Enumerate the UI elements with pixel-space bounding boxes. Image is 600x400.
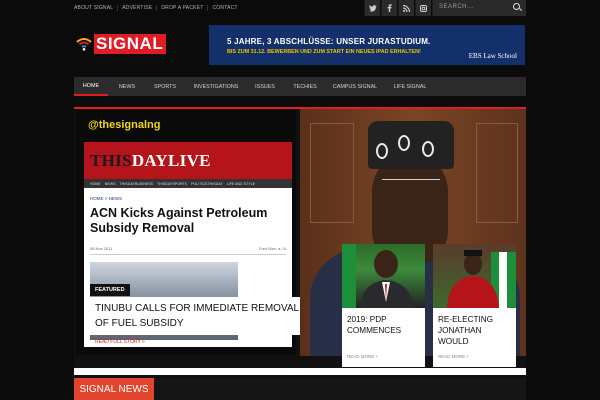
person-cap bbox=[368, 121, 454, 169]
lead-story-title[interactable]: TINUBU CALLS FOR IMMEDIATE REMOVAL OF FU… bbox=[95, 301, 301, 331]
newspaper-nav-item: LIFE AND STYLE bbox=[226, 181, 256, 186]
nav-item-home[interactable]: HOME bbox=[74, 77, 108, 96]
story-card-jonathan[interactable]: RE-ELECTING JONATHAN WOULD READ MORE + bbox=[433, 244, 516, 367]
nav-item-techies[interactable]: TECHIES bbox=[286, 77, 324, 96]
nav-item-campus-signal[interactable]: CAMPUS SIGNAL bbox=[326, 77, 384, 96]
newspaper-nav-item: THISDAYBUSINESS bbox=[119, 181, 154, 186]
banner-ad[interactable]: 5 JAHRE, 3 ABSCHLÜSSE: UNSER JURASTUDIUM… bbox=[209, 25, 525, 65]
instagram-icon[interactable] bbox=[415, 0, 431, 16]
story-card-photo bbox=[433, 244, 516, 308]
newspaper-nav-item: THISDAYSPORTS bbox=[157, 181, 188, 186]
facebook-icon[interactable] bbox=[381, 0, 397, 16]
hero-bottom-bar bbox=[74, 368, 526, 375]
newspaper-title: THISDAYLIVE bbox=[90, 151, 211, 171]
search-input[interactable]: SEARCH... bbox=[432, 0, 526, 16]
top-link-contact[interactable]: CONTACT bbox=[208, 5, 241, 11]
newspaper-nav: HOME NEWS THISDAYBUSINESS THISDAYSPORTS … bbox=[84, 179, 292, 188]
story-card-pdp[interactable]: 2019: PDP COMMENCES READ MORE + bbox=[342, 244, 425, 367]
section-header-bar bbox=[154, 378, 526, 400]
newspaper-title-right: DAYLIVE bbox=[131, 151, 211, 170]
read-more-link[interactable]: READ MORE + bbox=[347, 354, 378, 359]
read-more-link[interactable]: READ MORE + bbox=[438, 354, 469, 359]
signal-icon bbox=[76, 37, 92, 51]
read-full-story-link[interactable]: READ FULL STORY » bbox=[95, 339, 145, 345]
cap-pattern bbox=[422, 141, 434, 157]
top-links: ABOUT SIGNAL ADVERTISE DROP A PACKET CON… bbox=[70, 0, 242, 16]
cap-pattern bbox=[376, 143, 388, 159]
nav-item-sports[interactable]: SPORTS bbox=[146, 77, 184, 96]
newspaper-nav-item: POLITICSTHISDAY bbox=[191, 181, 223, 186]
story-card-photo bbox=[342, 244, 425, 308]
logo-text: SIGNAL bbox=[94, 34, 167, 54]
section-title[interactable]: SIGNAL NEWS bbox=[74, 378, 154, 400]
newspaper-nav-item: NEWS bbox=[104, 181, 116, 186]
newspaper-date: 08 Nov 2011 bbox=[90, 246, 113, 251]
featured-badge: FEATURED bbox=[90, 284, 130, 296]
story-card-title[interactable]: RE-ELECTING JONATHAN WOULD bbox=[438, 314, 514, 347]
newspaper-masthead: THISDAYLIVE bbox=[84, 142, 292, 179]
nav-item-life-signal[interactable]: LIFE SIGNAL bbox=[386, 77, 434, 96]
wood-panel bbox=[476, 123, 518, 223]
search-icon[interactable] bbox=[513, 3, 520, 10]
lead-story-card[interactable]: TINUBU CALLS FOR IMMEDIATE REMOVAL OF FU… bbox=[88, 297, 304, 335]
top-link-drop-a-packet[interactable]: DROP A PACKET bbox=[157, 5, 209, 11]
wood-panel bbox=[310, 123, 354, 223]
nav-item-investigations[interactable]: INVESTIGATIONS bbox=[186, 77, 246, 96]
twitter-icon[interactable] bbox=[364, 0, 380, 16]
newspaper-title-left: THIS bbox=[90, 151, 132, 170]
top-link-advertise[interactable]: ADVERTISE bbox=[118, 5, 158, 11]
cap-pattern bbox=[398, 135, 410, 151]
top-bar: ABOUT SIGNAL ADVERTISE DROP A PACKET CON… bbox=[0, 0, 600, 16]
nav-item-news[interactable]: NEWS bbox=[110, 77, 144, 96]
main-nav: HOME NEWS SPORTS INVESTIGATIONS ISSUES T… bbox=[74, 77, 526, 96]
search-placeholder: SEARCH... bbox=[439, 4, 474, 10]
ad-headline: 5 JAHRE, 3 ABSCHLÜSSE: UNSER JURASTUDIUM… bbox=[227, 37, 431, 46]
newspaper-nav-item: HOME bbox=[90, 181, 101, 186]
ad-subline: BIS ZUM 31.12. BEWERBEN UND ZUM START EI… bbox=[227, 49, 421, 55]
rss-icon[interactable] bbox=[398, 0, 414, 16]
nav-item-issues[interactable]: ISSUES bbox=[248, 77, 282, 96]
page: ABOUT SIGNAL ADVERTISE DROP A PACKET CON… bbox=[0, 0, 600, 400]
story-card-title[interactable]: 2019: PDP COMMENCES bbox=[347, 314, 423, 336]
newspaper-font-size: Font Size: a / A bbox=[258, 246, 286, 251]
newspaper-rule bbox=[90, 254, 286, 255]
twitter-handle: @thesignalng bbox=[88, 119, 161, 131]
ad-brand: EBS Law School bbox=[468, 52, 517, 60]
top-link-about[interactable]: ABOUT SIGNAL bbox=[70, 5, 119, 11]
person-glasses bbox=[382, 179, 440, 189]
newspaper-breadcrumb: HOME > NEWS bbox=[90, 196, 123, 201]
newspaper-headline: ACN Kicks Against Petroleum Subsidy Remo… bbox=[90, 206, 268, 235]
site-logo[interactable]: SIGNAL bbox=[76, 34, 167, 54]
